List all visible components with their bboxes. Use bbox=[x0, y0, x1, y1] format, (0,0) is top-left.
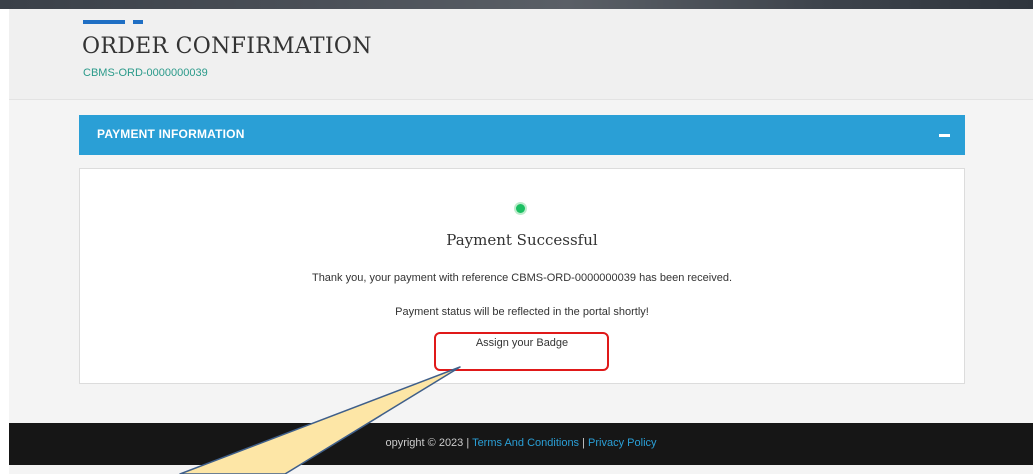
privacy-policy-link[interactable]: Privacy Policy bbox=[588, 437, 656, 449]
payment-confirmation-message: Thank you, your payment with reference C… bbox=[311, 272, 733, 284]
panel-title: PAYMENT INFORMATION bbox=[97, 127, 245, 141]
minus-icon bbox=[939, 134, 950, 137]
payment-status-title: Payment Successful bbox=[446, 231, 598, 249]
copyright-text: opyright © 2023 | bbox=[385, 437, 473, 449]
success-dot-icon bbox=[516, 204, 525, 213]
footer-separator: | bbox=[579, 437, 589, 449]
order-reference: CBMS-ORD-0000000039 bbox=[83, 67, 208, 79]
hero-image-strip bbox=[0, 0, 1033, 9]
footer-line: opyright © 2023 | Terms And Conditions |… bbox=[9, 437, 1033, 449]
left-edge bbox=[0, 9, 9, 474]
title-accent-bar bbox=[83, 20, 125, 24]
payment-status-note: Payment status will be reflected in the … bbox=[395, 306, 649, 318]
highlight-box bbox=[434, 332, 609, 371]
title-accent-dash bbox=[133, 20, 143, 24]
collapse-button[interactable] bbox=[925, 115, 965, 155]
page-title: ORDER CONFIRMATION bbox=[82, 34, 372, 59]
terms-link[interactable]: Terms And Conditions bbox=[472, 437, 579, 449]
footer: opyright © 2023 | Terms And Conditions |… bbox=[9, 423, 1033, 465]
payment-information-panel-header[interactable]: PAYMENT INFORMATION bbox=[79, 115, 965, 155]
